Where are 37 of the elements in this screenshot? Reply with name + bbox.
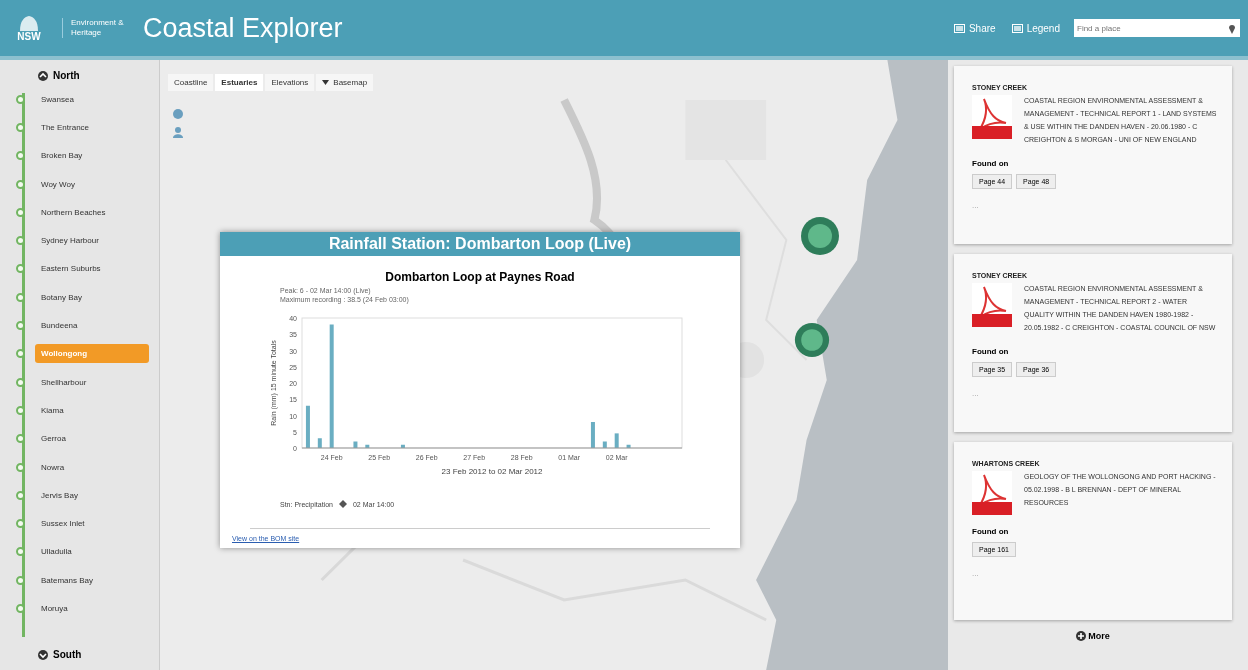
layer-tab[interactable]: Estuaries: [215, 74, 264, 91]
found-label: Found on: [972, 158, 1010, 168]
popup-title: Rainfall Station: Dombarton Loop (Live): [220, 232, 740, 256]
sidebar-item[interactable]: Ulladulla: [35, 542, 149, 562]
sidebar-item[interactable]: Eastern Suburbs: [35, 259, 149, 279]
sidebar-item[interactable]: The Entrance: [35, 117, 149, 137]
sidebar-item[interactable]: Gerroa: [35, 429, 149, 449]
ellipsis-text: ...: [972, 569, 980, 578]
chart-title: Dombarton Loop at Paynes Road: [384, 270, 576, 284]
sidebar-item[interactable]: Swansea: [35, 89, 149, 109]
sidebar-item[interactable]: Northern Beaches: [35, 202, 149, 222]
x-axis-title: 23 Feb 2012 to 02 Mar 2012: [441, 467, 543, 477]
sidebar-item[interactable]: Broken Bay: [35, 146, 149, 166]
app-title: Coastal Explorer: [143, 12, 343, 44]
sidebar-item[interactable]: Batemans Bay: [35, 570, 149, 590]
basemap-menu[interactable]: Basemap: [316, 74, 374, 91]
layer-tab[interactable]: Elevations: [265, 74, 315, 91]
sidebar-item[interactable]: Sussex Inlet: [35, 514, 149, 534]
sidebar-item[interactable]: Moruya: [35, 599, 149, 618]
sidebar-item[interactable]: Jervis Bay: [35, 485, 149, 505]
found-label: Found on: [972, 346, 1010, 356]
ellipsis-text: ...: [972, 388, 980, 398]
sidebar-item[interactable]: Nowra: [35, 457, 149, 477]
sidebar-item[interactable]: Shellharbour: [35, 372, 149, 392]
sidebar-item[interactable]: Woy Woy: [35, 174, 149, 194]
sidebar-item[interactable]: Sydney Harbour: [35, 231, 149, 251]
sidebar-item[interactable]: Botany Bay: [35, 287, 149, 307]
search-field[interactable]: Find a place: [1074, 19, 1240, 37]
south-button[interactable]: South: [38, 645, 159, 664]
sidebar-item[interactable]: Kiama: [35, 400, 149, 420]
agency-name: Environment & Heritage: [62, 18, 131, 38]
sidebar-item[interactable]: Bundeena: [35, 316, 149, 335]
north-button[interactable]: North: [38, 66, 159, 85]
layer-tab[interactable]: Coastline: [168, 74, 214, 91]
ellipsis-text: ...: [972, 200, 980, 210]
found-label: Found on: [972, 527, 1010, 536]
more-button[interactable]: More: [1070, 630, 1116, 642]
